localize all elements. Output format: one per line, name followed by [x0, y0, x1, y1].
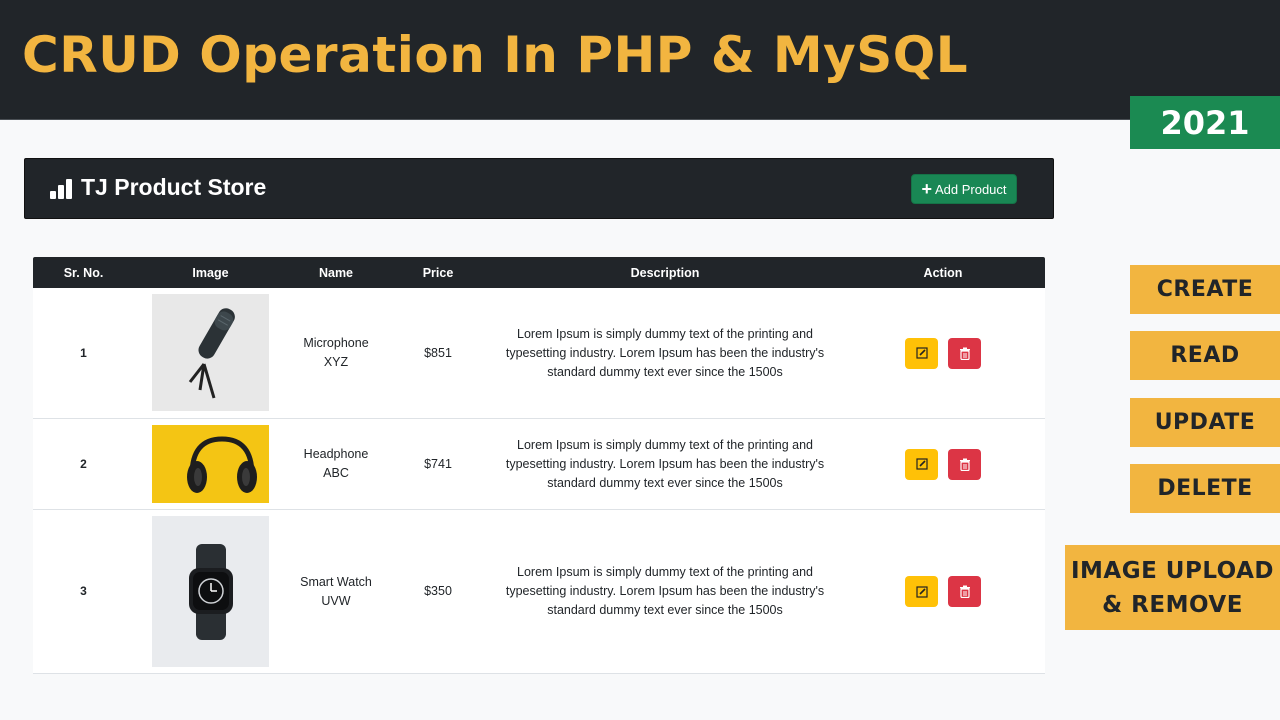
edit-button[interactable]	[905, 337, 938, 369]
row-description-line3: standard dummy text ever since the 1500s	[547, 364, 783, 379]
add-product-label: Add Product	[934, 181, 1007, 197]
brand-label: TJ Product Store	[81, 174, 267, 200]
row-name-line1: Headphone	[303, 447, 369, 461]
products-table: Sr. No. Image Name Price Description Act…	[33, 257, 1045, 674]
row-actions	[848, 419, 1038, 509]
plus-icon: +	[921, 179, 932, 199]
create-tag: CREATE	[1130, 265, 1280, 314]
navbar-brand[interactable]: TJ Product Store	[50, 174, 266, 201]
row-description-line3: standard dummy text ever since the 1500s	[547, 475, 783, 490]
bar-chart-icon	[50, 177, 72, 199]
row-actions	[848, 510, 1038, 673]
row-price: $350	[424, 584, 452, 598]
edit-button[interactable]	[905, 448, 938, 480]
row-name-line2: ABC	[323, 466, 349, 480]
edit-icon	[915, 458, 928, 470]
header-description: Description	[630, 265, 700, 280]
delete-button[interactable]	[948, 448, 981, 480]
table-row: 3 Smart Watch UVW $350 Lorem Ipsum is si…	[33, 510, 1045, 674]
row-actions	[848, 288, 1038, 418]
delete-button[interactable]	[948, 337, 981, 369]
trash-icon	[959, 458, 970, 471]
image-upload-tag: IMAGE UPLOAD & REMOVE	[1065, 545, 1280, 630]
table-row: 2 Headphone ABC $741 Lorem Ipsum is simp…	[33, 419, 1045, 510]
edit-icon	[915, 347, 928, 359]
delete-button[interactable]	[948, 576, 981, 607]
row-name-line2: UVW	[321, 593, 351, 608]
row-price: $851	[424, 345, 452, 360]
row-name-line1: Smart Watch	[300, 574, 372, 589]
trash-icon	[959, 347, 970, 360]
navbar: TJ Product Store + Add Product	[24, 158, 1054, 219]
row-description-line2: typesetting industry. Lorem Ipsum has be…	[505, 584, 825, 598]
update-tag: UPDATE	[1130, 398, 1280, 447]
row-name-line1: Microphone	[303, 336, 369, 350]
year-badge: 2021	[1130, 96, 1280, 149]
header-action: Action	[923, 265, 963, 280]
row-sr-no: 1	[80, 345, 87, 360]
image-upload-tag-line2: & REMOVE	[1102, 591, 1243, 618]
title-banner: CRUD Operation In PHP & MySQL	[0, 0, 1280, 120]
row-description: Lorem Ipsum is simply dummy text of the …	[485, 419, 845, 509]
row-price: $741	[424, 456, 452, 471]
row-description-line1: Lorem Ipsum is simply dummy text of the …	[517, 326, 813, 341]
row-description-line2: typesetting industry. Lorem Ipsum has be…	[505, 345, 825, 360]
row-sr-no: 3	[80, 584, 87, 598]
edit-icon	[915, 585, 928, 598]
banner-title: CRUD Operation In PHP & MySQL	[22, 26, 969, 84]
microphone-photo	[152, 294, 269, 411]
read-tag: READ	[1130, 331, 1280, 380]
image-upload-tag-line1: IMAGE UPLOAD	[1070, 557, 1275, 584]
header-name: Name	[318, 265, 354, 280]
table-row: 1 Microphone XYZ $851 Lorem Ipsum is sim…	[33, 288, 1045, 419]
header-image: Image	[192, 265, 229, 280]
row-description-line3: standard dummy text ever since the 1500s	[547, 603, 783, 617]
row-name: Headphone ABC	[280, 419, 392, 509]
add-product-button[interactable]: + Add Product	[911, 174, 1017, 204]
row-name: Microphone XYZ	[280, 288, 392, 418]
row-description-line1: Lorem Ipsum is simply dummy text of the …	[517, 437, 813, 452]
row-name: Smart Watch UVW	[280, 510, 392, 673]
delete-tag: DELETE	[1130, 464, 1280, 513]
headphone-photo	[152, 425, 269, 503]
table-header: Sr. No. Image Name Price Description Act…	[33, 257, 1045, 288]
row-name-line2: XYZ	[323, 355, 349, 369]
header-price: Price	[422, 265, 454, 280]
row-description-line2: typesetting industry. Lorem Ipsum has be…	[505, 456, 825, 471]
row-description: Lorem Ipsum is simply dummy text of the …	[485, 510, 845, 673]
trash-icon	[959, 585, 970, 598]
row-description-line1: Lorem Ipsum is simply dummy text of the …	[517, 565, 813, 579]
header-sr-no: Sr. No.	[63, 265, 104, 280]
row-sr-no: 2	[80, 456, 87, 471]
edit-button[interactable]	[905, 576, 938, 607]
smartwatch-photo	[152, 516, 269, 667]
row-description: Lorem Ipsum is simply dummy text of the …	[485, 288, 845, 418]
